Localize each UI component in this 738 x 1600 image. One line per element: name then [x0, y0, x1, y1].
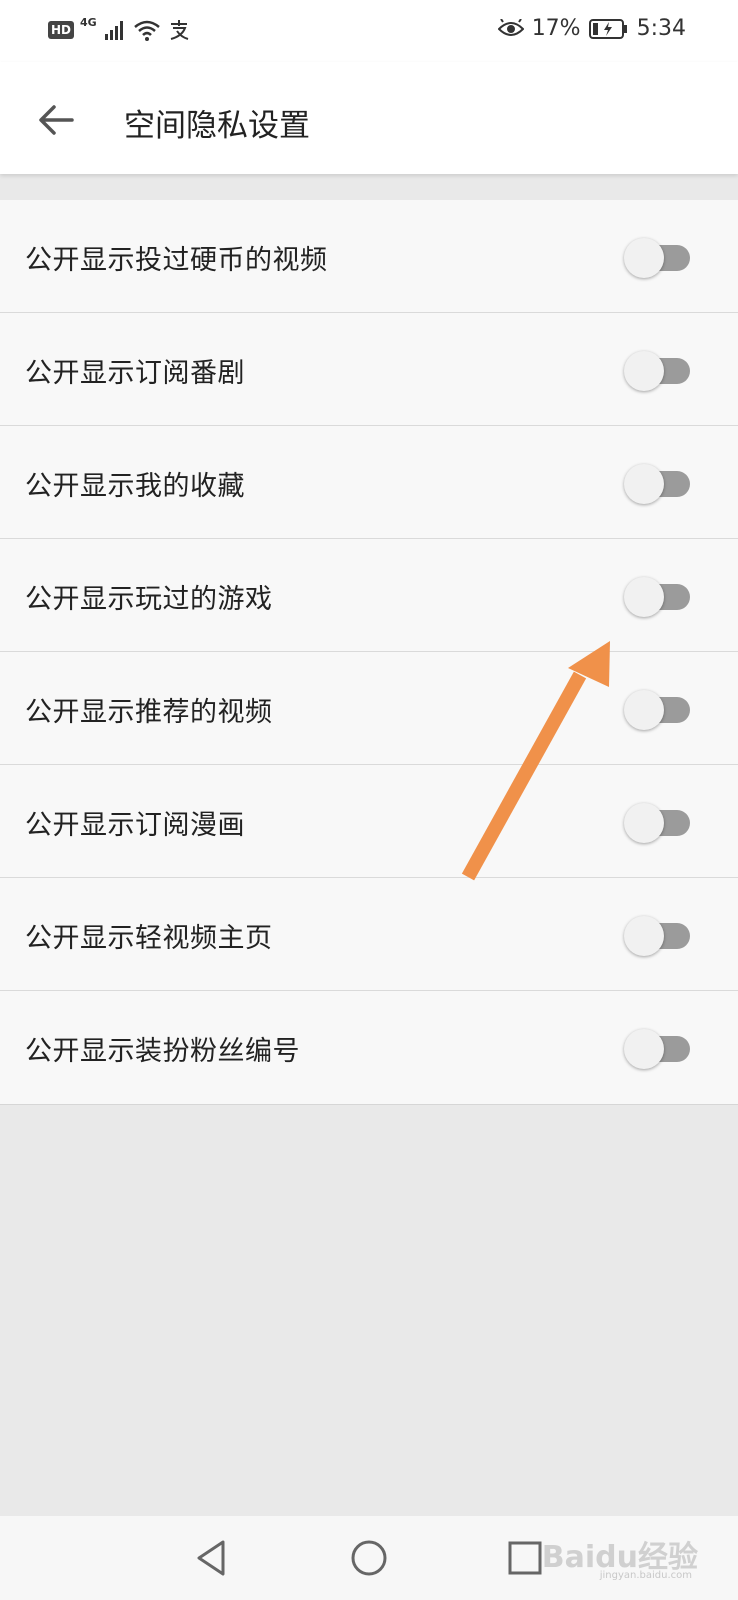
status-right: 17% 5:34: [497, 16, 686, 41]
settings-row-label: 公开显示玩过的游戏: [25, 584, 273, 615]
nav-back-button[interactable]: [190, 1536, 234, 1580]
settings-row[interactable]: 公开显示轻视频主页: [0, 878, 738, 991]
settings-row[interactable]: 公开显示玩过的游戏: [0, 539, 738, 652]
network-type: 4G: [80, 15, 97, 29]
settings-row[interactable]: 公开显示订阅番剧: [0, 313, 738, 426]
wifi-icon: [133, 20, 160, 41]
signal-icon: [104, 21, 123, 40]
settings-row-label: 公开显示订阅番剧: [25, 358, 245, 389]
toggle-switch[interactable]: [624, 1028, 692, 1070]
circle-home-icon: [351, 1540, 387, 1576]
settings-row[interactable]: 公开显示我的收藏: [0, 426, 738, 539]
toggle-thumb: [624, 1029, 664, 1069]
settings-list: 公开显示投过硬币的视频 公开显示订阅番剧 公开显示我的收藏 公开显示玩过的游戏 公开显示…: [0, 200, 738, 1105]
toggle-thumb: [624, 577, 664, 617]
toggle-switch[interactable]: [624, 915, 692, 957]
battery-charging-icon: [588, 18, 627, 39]
toggle-thumb: [624, 464, 664, 504]
nav-home-button[interactable]: [347, 1536, 391, 1580]
settings-row-label: 公开显示我的收藏: [25, 471, 245, 502]
back-button[interactable]: [30, 94, 82, 146]
watermark-url: jingyan.baidu.com: [599, 1570, 692, 1581]
alipay-icon: [170, 20, 189, 40]
hd-badge: HD: [48, 21, 75, 39]
settings-row-label: 公开显示订阅漫画: [25, 810, 245, 841]
status-left: HD 4G: [48, 15, 191, 42]
clock: 5:34: [636, 16, 686, 41]
toggle-switch[interactable]: [624, 802, 692, 844]
page-title: 空间隐私设置: [124, 108, 310, 144]
arrow-left-icon: [39, 105, 74, 135]
settings-row[interactable]: 公开显示推荐的视频: [0, 652, 738, 765]
settings-row[interactable]: 公开显示投过硬币的视频: [0, 200, 738, 313]
triangle-back-icon: [197, 1540, 225, 1576]
toggle-thumb: [624, 238, 664, 278]
toggle-switch[interactable]: [624, 463, 692, 505]
toggle-thumb: [624, 690, 664, 730]
toggle-switch[interactable]: [624, 576, 692, 618]
toggle-thumb: [624, 803, 664, 843]
eye-comfort-icon: [497, 18, 524, 36]
toggle-switch[interactable]: [624, 237, 692, 279]
toggle-thumb: [624, 351, 664, 391]
settings-row-label: 公开显示推荐的视频: [25, 697, 273, 728]
settings-row[interactable]: 公开显示装扮粉丝编号: [0, 991, 738, 1104]
toggle-thumb: [624, 916, 664, 956]
toggle-switch[interactable]: [624, 350, 692, 392]
settings-row-label: 公开显示投过硬币的视频: [25, 245, 328, 276]
status-bar: HD 4G 17% 5:34: [0, 0, 738, 62]
app-bar: 空间隐私设置: [0, 62, 738, 174]
square-recents-icon: [508, 1541, 542, 1575]
settings-row-label: 公开显示装扮粉丝编号: [25, 1036, 300, 1067]
toggle-switch[interactable]: [624, 689, 692, 731]
nav-recents-button[interactable]: [503, 1536, 547, 1580]
settings-row[interactable]: 公开显示订阅漫画: [0, 765, 738, 878]
settings-row-label: 公开显示轻视频主页: [25, 923, 273, 954]
battery-percent: 17%: [531, 16, 581, 41]
